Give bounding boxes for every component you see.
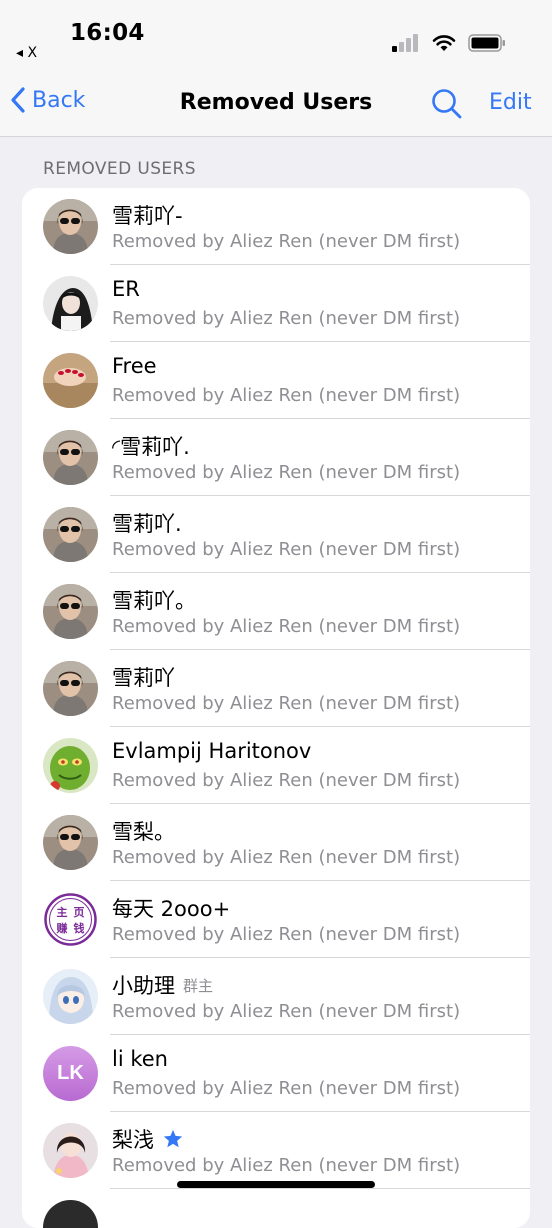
user-avatar[interactable] bbox=[43, 430, 98, 485]
user-name: ◜雪莉吖. bbox=[112, 435, 190, 459]
nav-bar: Back Removed Users Edit bbox=[0, 72, 552, 137]
user-avatar[interactable] bbox=[43, 738, 98, 793]
edit-button[interactable]: Edit bbox=[489, 90, 532, 115]
removed-by-text: Removed by Aliez Ren (never DM first) bbox=[112, 385, 461, 406]
status-icons bbox=[392, 34, 506, 52]
home-indicator[interactable] bbox=[177, 1181, 375, 1188]
status-time: 16:04 bbox=[70, 20, 145, 46]
owner-tag: 群主 bbox=[183, 976, 214, 995]
removed-by-text: Removed by Aliez Ren (never DM first) bbox=[112, 308, 461, 329]
user-name: 雪梨。 bbox=[112, 820, 175, 844]
user-name: 雪莉吖- bbox=[112, 204, 183, 228]
user-name: 雪莉吖 bbox=[112, 666, 175, 690]
removed-by-text: Removed by Aliez Ren (never DM first) bbox=[112, 231, 461, 252]
user-avatar[interactable] bbox=[43, 353, 98, 408]
stamp-char: 赚 bbox=[56, 921, 68, 935]
battery-icon bbox=[468, 34, 505, 52]
user-name: li ken bbox=[112, 1047, 168, 1071]
removed-by-text: Removed by Aliez Ren (never DM first) bbox=[112, 539, 461, 560]
user-row[interactable]: 雪莉吖 Removed by Aliez Ren (never DM first… bbox=[22, 650, 530, 727]
removed-by-text: Removed by Aliez Ren (never DM first) bbox=[112, 1001, 461, 1022]
user-row[interactable]: ◜雪莉吖. Removed by Aliez Ren (never DM fir… bbox=[22, 419, 530, 496]
user-row[interactable]: 梨浅 Removed by Aliez Ren (never DM first) bbox=[22, 1112, 530, 1189]
wifi-icon bbox=[432, 35, 456, 51]
user-row[interactable]: 小助理 群主 Removed by Aliez Ren (never DM fi… bbox=[22, 958, 530, 1035]
user-avatar[interactable] bbox=[43, 815, 98, 870]
stamp-char: 主 bbox=[57, 905, 68, 919]
user-row[interactable]: 雪莉吖. Removed by Aliez Ren (never DM firs… bbox=[22, 496, 530, 573]
removed-by-text: Removed by Aliez Ren (never DM first) bbox=[112, 693, 461, 714]
user-name: 梨浅 bbox=[112, 1124, 184, 1154]
search-button[interactable] bbox=[430, 87, 464, 121]
user-avatar[interactable]: 主 页 赚 钱 bbox=[43, 892, 98, 947]
avatar-initials: LK bbox=[57, 1062, 84, 1084]
user-avatar[interactable] bbox=[43, 507, 98, 562]
user-row[interactable]: 雪莉吖- Removed by Aliez Ren (never DM firs… bbox=[22, 188, 530, 265]
user-name: 雪莉吖。 bbox=[112, 589, 196, 613]
user-avatar[interactable] bbox=[43, 1200, 98, 1228]
user-name: 雪莉吖. bbox=[112, 512, 182, 536]
user-name: Evlampij Haritonov bbox=[112, 739, 312, 763]
user-name: Free bbox=[112, 354, 157, 378]
removed-by-text: Removed by Aliez Ren (never DM first) bbox=[112, 462, 461, 483]
removed-users-list: 雪莉吖- Removed by Aliez Ren (never DM firs… bbox=[22, 188, 530, 1228]
user-row[interactable]: ER Removed by Aliez Ren (never DM first) bbox=[22, 265, 530, 342]
user-row[interactable]: Free Removed by Aliez Ren (never DM firs… bbox=[22, 342, 530, 419]
user-avatar[interactable]: LK bbox=[43, 1046, 98, 1101]
removed-by-text: Removed by Aliez Ren (never DM first) bbox=[112, 1155, 461, 1176]
user-row[interactable]: LK li ken Removed by Aliez Ren (never DM… bbox=[22, 1035, 530, 1112]
signal-icon bbox=[392, 34, 418, 52]
star-icon bbox=[163, 1129, 183, 1148]
user-avatar[interactable] bbox=[43, 969, 98, 1024]
user-avatar[interactable] bbox=[43, 661, 98, 716]
status-back-to-app[interactable]: ◂ X bbox=[16, 45, 37, 61]
user-row[interactable] bbox=[22, 1189, 530, 1228]
removed-by-text: Removed by Aliez Ren (never DM first) bbox=[112, 924, 461, 945]
user-row[interactable]: Evlampij Haritonov Removed by Aliez Ren … bbox=[22, 727, 530, 804]
user-name: 每天 2ooo+ bbox=[112, 897, 231, 921]
page-title: Removed Users bbox=[179, 90, 373, 115]
search-icon bbox=[432, 89, 462, 119]
user-row[interactable]: 主 页 赚 钱 每天 2ooo+ Removed by Aliez Ren (n… bbox=[22, 881, 530, 958]
user-avatar[interactable] bbox=[43, 276, 98, 331]
removed-by-text: Removed by Aliez Ren (never DM first) bbox=[112, 770, 461, 791]
stamp-char: 页 bbox=[74, 906, 85, 919]
user-row[interactable]: 雪梨。 Removed by Aliez Ren (never DM first… bbox=[22, 804, 530, 881]
user-name: 小助理 群主 bbox=[112, 974, 214, 998]
stamp-char: 钱 bbox=[74, 921, 85, 935]
status-bar: 16:04 ◂ X bbox=[0, 0, 552, 72]
user-avatar[interactable] bbox=[43, 1123, 98, 1178]
user-avatar[interactable] bbox=[43, 199, 98, 254]
removed-by-text: Removed by Aliez Ren (never DM first) bbox=[112, 1078, 461, 1099]
user-name: ER bbox=[112, 277, 140, 301]
section-header: REMOVED USERS bbox=[43, 159, 196, 179]
user-avatar[interactable] bbox=[43, 584, 98, 639]
user-row[interactable]: 雪莉吖。 Removed by Aliez Ren (never DM firs… bbox=[22, 573, 530, 650]
removed-by-text: Removed by Aliez Ren (never DM first) bbox=[112, 847, 461, 868]
removed-by-text: Removed by Aliez Ren (never DM first) bbox=[112, 616, 461, 637]
